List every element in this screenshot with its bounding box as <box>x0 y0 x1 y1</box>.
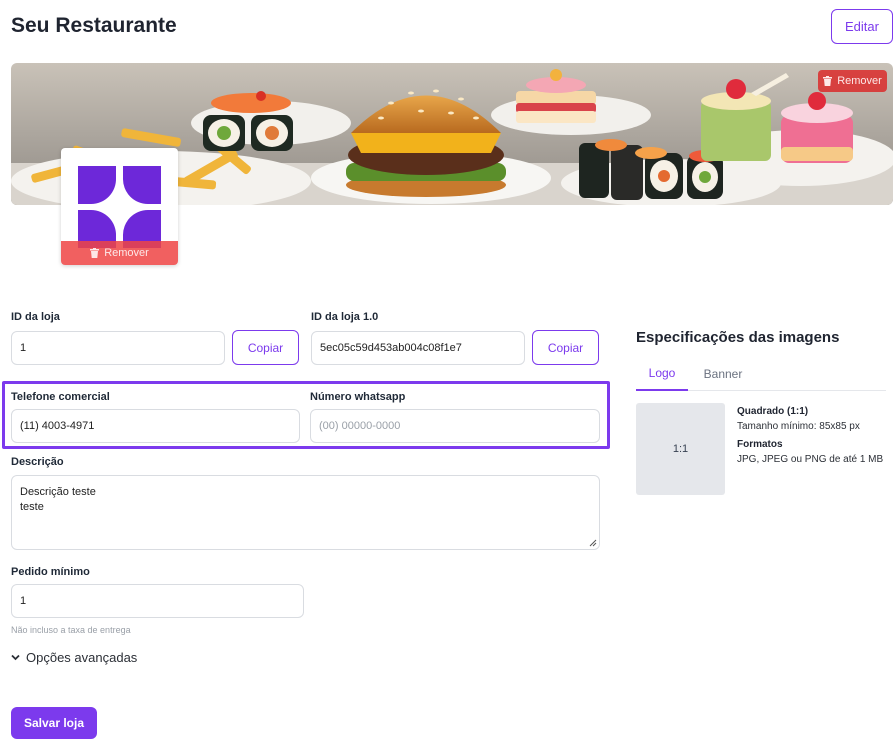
min-size-text: Tamanho mínimo: 85x85 px <box>737 421 860 432</box>
image-specs-tabs: Logo Banner <box>636 356 886 391</box>
formats-title: Formatos <box>737 439 783 450</box>
store-id-v1-input[interactable]: 5ec05c59d453ab004c08f1e7 <box>311 331 525 365</box>
min-order-input[interactable]: 1 <box>11 584 304 618</box>
tab-banner[interactable]: Banner <box>698 356 748 391</box>
description-label: Descrição <box>11 456 64 468</box>
resize-handle-icon[interactable] <box>589 539 597 547</box>
whatsapp-label: Número whatsapp <box>310 391 406 403</box>
logo-remove-button[interactable]: Remover <box>61 241 178 265</box>
tab-logo[interactable]: Logo <box>636 356 688 391</box>
min-order-hint: Não incluso a taxa de entrega <box>11 625 131 635</box>
advanced-options-label: Opções avançadas <box>26 650 138 665</box>
copy-store-id-v1-button[interactable]: Copiar <box>532 330 599 365</box>
shape-title: Quadrado (1:1) <box>737 406 809 417</box>
logo-remove-label: Remover <box>104 247 149 259</box>
store-id-label: ID da loja <box>11 311 60 323</box>
description-textarea[interactable]: Descrição teste teste <box>11 475 600 550</box>
whatsapp-input[interactable]: (00) 00000-0000 <box>310 409 600 443</box>
image-specs-title: Especificações das imagens <box>636 329 840 346</box>
page-title: Seu Restaurante <box>11 14 177 37</box>
description-line-2: teste <box>20 501 44 513</box>
store-logo: Remover <box>61 148 178 265</box>
business-phone-input[interactable]: (11) 4003-4971 <box>11 409 300 443</box>
advanced-options-toggle[interactable]: Opções avançadas <box>11 650 137 665</box>
store-id-v1-label: ID da loja 1.0 <box>311 311 379 323</box>
trash-icon <box>823 76 833 86</box>
trash-icon <box>90 248 100 258</box>
copy-store-id-button[interactable]: Copiar <box>232 330 299 365</box>
edit-button[interactable]: Editar <box>831 9 893 44</box>
save-store-button[interactable]: Salvar loja <box>11 707 97 739</box>
store-id-input[interactable]: 1 <box>11 331 225 365</box>
banner-remove-button[interactable]: Remover <box>818 70 887 92</box>
formats-text: JPG, JPEG ou PNG de até 1 MB <box>737 454 884 465</box>
description-line-1: Descrição teste <box>20 486 96 498</box>
banner-remove-label: Remover <box>837 75 882 87</box>
aspect-ratio-preview: 1:1 <box>636 403 725 495</box>
min-order-label: Pedido mínimo <box>11 566 90 578</box>
business-phone-label: Telefone comercial <box>11 391 110 403</box>
chevron-down-icon <box>11 654 20 661</box>
